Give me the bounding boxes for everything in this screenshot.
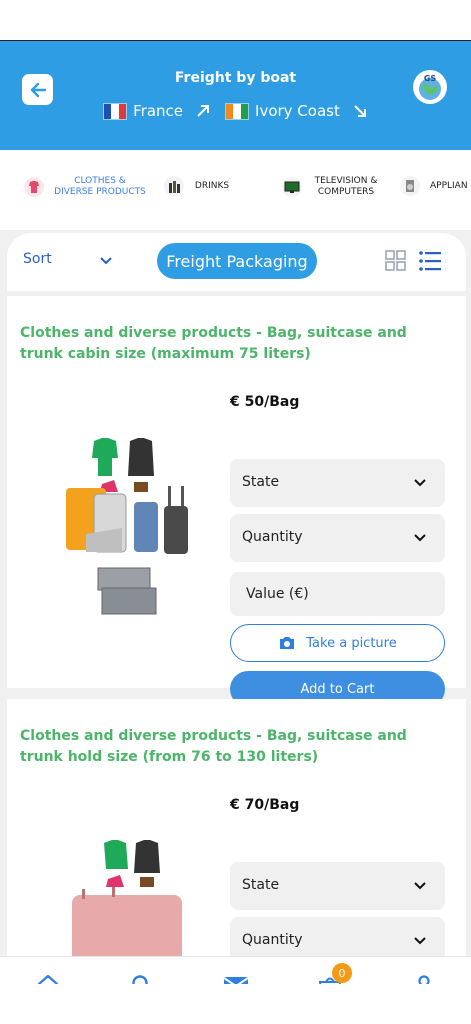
category-drinks[interactable]: DRINKS bbox=[164, 176, 230, 196]
nav-search[interactable] bbox=[128, 971, 156, 984]
home-icon bbox=[37, 974, 59, 984]
value-input[interactable] bbox=[230, 572, 445, 616]
chevron-down-icon bbox=[414, 937, 426, 945]
product-title: Clothes and diverse products - Bag, suit… bbox=[20, 728, 407, 765]
appliance-icon bbox=[400, 176, 420, 196]
category-label: DRINKS bbox=[194, 180, 230, 191]
clothes-icon bbox=[24, 177, 44, 197]
search-icon bbox=[132, 975, 148, 984]
tv-icon bbox=[282, 177, 302, 197]
app-window: Freight by boat France Ivory Coast GS CL… bbox=[0, 40, 471, 984]
ivory-coast-flag-icon bbox=[225, 102, 250, 120]
destination-label: Ivory Coast bbox=[255, 102, 340, 120]
grid-view-icon[interactable] bbox=[384, 249, 408, 273]
arrow-up-right-icon bbox=[197, 105, 210, 117]
product-card: Clothes and diverse products - Bag, suit… bbox=[7, 699, 466, 984]
product-card: Clothes and diverse products - Bag, suit… bbox=[7, 296, 466, 707]
destination: Ivory Coast bbox=[225, 102, 368, 120]
category-clothes[interactable]: CLOTHES & DIVERSE PRODUCTS bbox=[24, 176, 146, 198]
category-label: APPLIAN bbox=[430, 180, 468, 191]
category-bar: CLOTHES & DIVERSE PRODUCTS DRINKS TELEVI… bbox=[0, 150, 471, 230]
take-picture-button[interactable]: Take a picture bbox=[230, 624, 445, 662]
category-label: CLOTHES & DIVERSE PRODUCTS bbox=[54, 176, 146, 197]
chevron-down-icon bbox=[414, 882, 426, 890]
brand-logo[interactable]: GS bbox=[413, 70, 447, 104]
chevron-down-icon bbox=[414, 534, 426, 542]
origin-label: France bbox=[133, 102, 184, 120]
france-flag-icon bbox=[103, 102, 128, 120]
header-bar: Freight by boat France Ivory Coast GS bbox=[0, 41, 471, 150]
category-label: TELEVISION & COMPUTERS bbox=[314, 176, 378, 197]
sort-dropdown[interactable]: Sort bbox=[23, 251, 52, 267]
chevron-down-icon[interactable] bbox=[99, 253, 113, 267]
svg-text:GS: GS bbox=[424, 74, 437, 83]
origin: France bbox=[103, 102, 211, 120]
nav-messages[interactable] bbox=[222, 971, 250, 984]
freight-packaging-button[interactable]: Freight Packaging bbox=[157, 243, 317, 279]
nav-profile[interactable] bbox=[410, 971, 438, 984]
product-price: € 70/Bag bbox=[230, 797, 300, 813]
route: France Ivory Coast bbox=[0, 102, 471, 120]
state-label: State bbox=[242, 877, 280, 893]
category-appliances[interactable]: APPLIAN bbox=[400, 176, 468, 196]
bottles-icon bbox=[164, 176, 184, 196]
arrow-down-right-icon bbox=[354, 105, 366, 117]
camera-icon bbox=[280, 637, 295, 649]
take-picture-label: Take a picture bbox=[306, 635, 397, 651]
sort-label: Sort bbox=[23, 251, 52, 267]
state-select[interactable]: State bbox=[230, 862, 445, 910]
mail-icon bbox=[223, 977, 249, 984]
globe-logo-icon: GS bbox=[419, 74, 441, 100]
state-select[interactable]: State bbox=[230, 459, 445, 507]
user-icon bbox=[418, 975, 430, 984]
quantity-label: Quantity bbox=[242, 529, 303, 545]
list-toolbar: Sort Freight Packaging bbox=[7, 233, 466, 291]
nav-home[interactable] bbox=[34, 971, 62, 984]
luggage-image bbox=[66, 438, 188, 615]
product-title: Clothes and diverse products - Bag, suit… bbox=[20, 325, 407, 362]
nav-cart[interactable]: 0 bbox=[316, 963, 352, 984]
chevron-down-icon bbox=[414, 479, 426, 487]
bottom-navigation: 0 bbox=[0, 956, 471, 984]
quantity-select[interactable]: Quantity bbox=[230, 514, 445, 562]
quantity-label: Quantity bbox=[242, 932, 303, 948]
screen: Freight by boat France Ivory Coast GS CL… bbox=[0, 0, 471, 1024]
list-view-icon[interactable] bbox=[418, 249, 442, 273]
page-title: Freight by boat bbox=[174, 70, 297, 86]
state-label: State bbox=[242, 474, 280, 490]
product-price: € 50/Bag bbox=[230, 394, 300, 410]
category-tv[interactable]: TELEVISION & COMPUTERS bbox=[282, 176, 380, 198]
cart-count-badge: 0 bbox=[332, 963, 352, 983]
